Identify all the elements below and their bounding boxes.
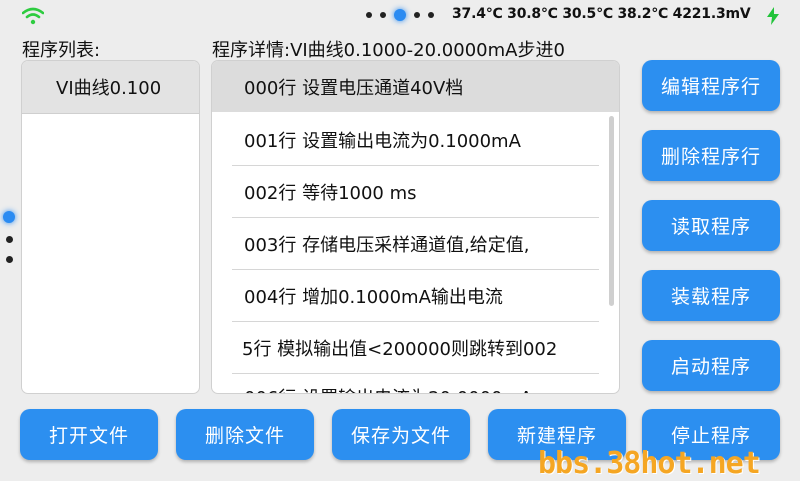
- program-row[interactable]: 000行 设置电压通道40V档: [212, 61, 619, 112]
- program-row[interactable]: 003行 存储电压采样通道值,给定值,: [212, 218, 599, 269]
- page-indicator: [366, 9, 442, 21]
- page-dot[interactable]: [380, 12, 386, 18]
- wifi-icon: [22, 7, 44, 25]
- save-as-file-button[interactable]: 保存为文件: [332, 409, 470, 460]
- page-dot-active[interactable]: [394, 9, 406, 21]
- side-page-dot[interactable]: [6, 256, 13, 263]
- start-program-button[interactable]: 启动程序: [642, 340, 780, 391]
- site-watermark: bbs.38hot.net: [538, 446, 761, 481]
- sensor-readings: 37.4℃ 30.8℃ 30.5℃ 38.2℃ 4221.3mV: [452, 6, 751, 22]
- delete-program-row-button[interactable]: 删除程序行: [642, 130, 780, 181]
- program-row[interactable]: 004行 增加0.1000mA输出电流: [212, 270, 599, 321]
- status-bar: 37.4℃ 30.8℃ 30.5℃ 38.2℃ 4221.3mV: [0, 0, 800, 32]
- program-row[interactable]: 006行 设置输出电流为20.0000mA: [212, 374, 599, 393]
- program-list[interactable]: VI曲线0.100: [22, 61, 199, 393]
- program-list-label: 程序列表:: [22, 40, 101, 61]
- delete-file-button[interactable]: 删除文件: [176, 409, 314, 460]
- program-detail-list[interactable]: 000行 设置电压通道40V档 001行 设置输出电流为0.1000mA 002…: [212, 61, 619, 393]
- program-row[interactable]: 5行 模拟输出值<200000则跳转到002: [212, 322, 599, 373]
- page-dot[interactable]: [428, 12, 434, 18]
- program-row[interactable]: 001行 设置输出电流为0.1000mA: [212, 114, 599, 165]
- program-detail-label: 程序详情:VI曲线0.1000-20.0000mA步进0: [212, 40, 565, 61]
- edit-program-row-button[interactable]: 编辑程序行: [642, 60, 780, 111]
- page-dot[interactable]: [366, 12, 372, 18]
- program-row[interactable]: 002行 等待1000 ms: [212, 166, 599, 217]
- charging-bolt-icon: [767, 7, 779, 25]
- open-file-button[interactable]: 打开文件: [20, 409, 158, 460]
- load-program-button[interactable]: 装载程序: [642, 270, 780, 321]
- side-page-dot-active[interactable]: [3, 211, 15, 223]
- read-program-button[interactable]: 读取程序: [642, 200, 780, 251]
- page-dot[interactable]: [414, 12, 420, 18]
- side-page-dot[interactable]: [6, 236, 13, 243]
- program-list-item[interactable]: VI曲线0.100: [22, 61, 199, 114]
- scrollbar[interactable]: [609, 116, 614, 306]
